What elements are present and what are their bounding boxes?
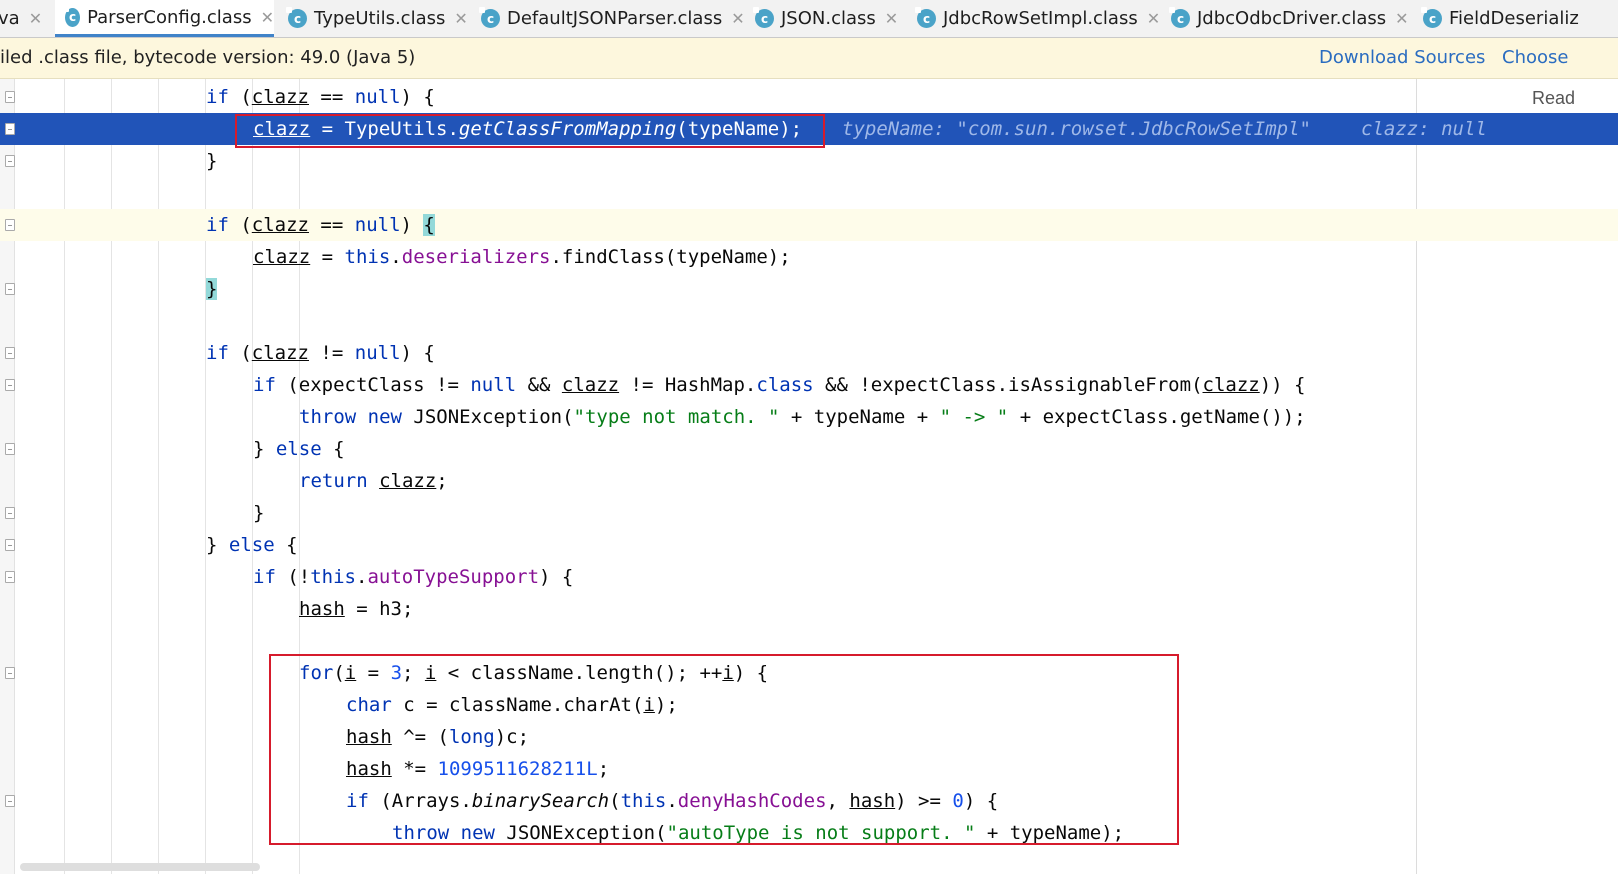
close-icon[interactable]: ✕ [731, 9, 744, 28]
class-file-icon: c [286, 7, 307, 28]
close-icon[interactable]: ✕ [454, 9, 467, 28]
tab-label: va [0, 8, 20, 29]
debugger-inline-value: clazz: null [1361, 118, 1487, 140]
code-line: if (clazz == null) { [206, 86, 435, 108]
code-line: if (!this.autoTypeSupport) { [253, 566, 574, 588]
tab-label: DefaultJSONParser.class [507, 8, 723, 29]
fold-marker-icon[interactable] [5, 379, 15, 391]
tab-label: JdbcOdbcDriver.class [1197, 8, 1387, 29]
tab-parserconfig[interactable]: c ParserConfig.class ✕ [55, 0, 274, 37]
fold-marker-icon[interactable] [5, 795, 15, 807]
banner-message: iled .class file, bytecode version: 49.0… [0, 47, 416, 68]
code-line: return clazz; [299, 470, 448, 492]
debugger-inline-value: typeName: "com.sun.rowset.JdbcRowSetImpl… [842, 118, 1311, 140]
class-file-icon: c [479, 7, 500, 28]
class-file-icon: c [753, 7, 774, 28]
fold-marker-icon[interactable] [5, 283, 15, 295]
reader-mode-toggle[interactable]: Read [1528, 88, 1576, 109]
fold-marker-icon[interactable] [5, 443, 15, 455]
fold-marker-icon[interactable] [5, 571, 15, 583]
fold-marker-icon[interactable] [5, 123, 15, 135]
close-icon[interactable]: ✕ [1395, 9, 1408, 28]
fold-marker-icon[interactable] [5, 507, 15, 519]
code-line: } [206, 150, 218, 172]
code-line: } else { [253, 438, 345, 460]
code-line: clazz = this.deserializers.findClass(typ… [253, 246, 791, 268]
caret-line: if (clazz == null) { [0, 209, 1618, 241]
tab-fielddeserializer[interactable]: c FieldDeserializ [1421, 0, 1579, 37]
tab-label: FieldDeserializ [1449, 8, 1579, 29]
code-line: hash = h3; [299, 598, 414, 620]
code-line: } [253, 502, 265, 524]
close-icon[interactable]: ✕ [261, 8, 274, 27]
code-editor[interactable]: if (clazz == null) { clazz = TypeUtils.g… [0, 79, 1618, 874]
code-line: throw new JSONException("autoType is not… [392, 822, 1125, 844]
choose-sources-link[interactable]: Choose [1502, 47, 1568, 68]
fold-marker-icon[interactable] [5, 219, 15, 231]
tab-label: ParserConfig.class [87, 6, 252, 28]
fold-marker-icon[interactable] [5, 155, 15, 167]
code-line: } [206, 278, 218, 300]
decompiled-banner: iled .class file, bytecode version: 49.0… [0, 38, 1618, 79]
class-file-icon: c [1169, 7, 1190, 28]
class-file-icon: c [1421, 7, 1442, 28]
code-line: for(i = 3; i < className.length(); ++i) … [299, 662, 769, 684]
fold-marker-icon[interactable] [5, 347, 15, 359]
download-sources-link[interactable]: Download Sources [1319, 47, 1485, 68]
fold-marker-icon[interactable] [5, 91, 15, 103]
tab-jdbcrowsetimpl[interactable]: c JdbcRowSetImpl.class ✕ [915, 0, 1160, 37]
code-line: char c = className.charAt(i); [346, 694, 678, 716]
fold-marker-icon[interactable] [5, 667, 15, 679]
close-icon[interactable]: ✕ [29, 9, 42, 28]
code-line: throw new JSONException("type not match.… [299, 406, 1306, 428]
class-file-icon: c [915, 7, 936, 28]
code-line: hash ^= (long)c; [346, 726, 530, 748]
code-line: if (Arrays.binarySearch(this.denyHashCod… [346, 790, 999, 812]
tab-typeutils[interactable]: c TypeUtils.class ✕ [286, 0, 468, 37]
tab-label: JdbcRowSetImpl.class [943, 8, 1138, 29]
horizontal-scrollbar[interactable] [20, 863, 260, 871]
code-line: if (clazz != null) { [206, 342, 435, 364]
close-icon[interactable]: ✕ [1147, 9, 1160, 28]
code-line: } else { [206, 534, 298, 556]
fold-marker-icon[interactable] [5, 539, 15, 551]
tab-jdbcodbcdriver[interactable]: c JdbcOdbcDriver.class ✕ [1169, 0, 1409, 37]
execution-point-line: clazz = TypeUtils.getClassFromMapping(ty… [0, 113, 1618, 145]
class-file-icon: c [62, 5, 81, 27]
tab-json[interactable]: c JSON.class ✕ [753, 0, 898, 37]
close-icon[interactable]: ✕ [885, 9, 898, 28]
code-line: hash *= 1099511628211L; [346, 758, 610, 780]
code-line: if (expectClass != null && clazz != Hash… [253, 374, 1306, 396]
tab-label: JSON.class [781, 8, 876, 29]
editor-tab-bar: va ✕ c ParserConfig.class ✕ c TypeUtils.… [0, 0, 1618, 38]
tab-label: TypeUtils.class [314, 8, 446, 29]
tab-partial[interactable]: va ✕ [0, 0, 42, 37]
tab-defaultjsonparser[interactable]: c DefaultJSONParser.class ✕ [479, 0, 745, 37]
